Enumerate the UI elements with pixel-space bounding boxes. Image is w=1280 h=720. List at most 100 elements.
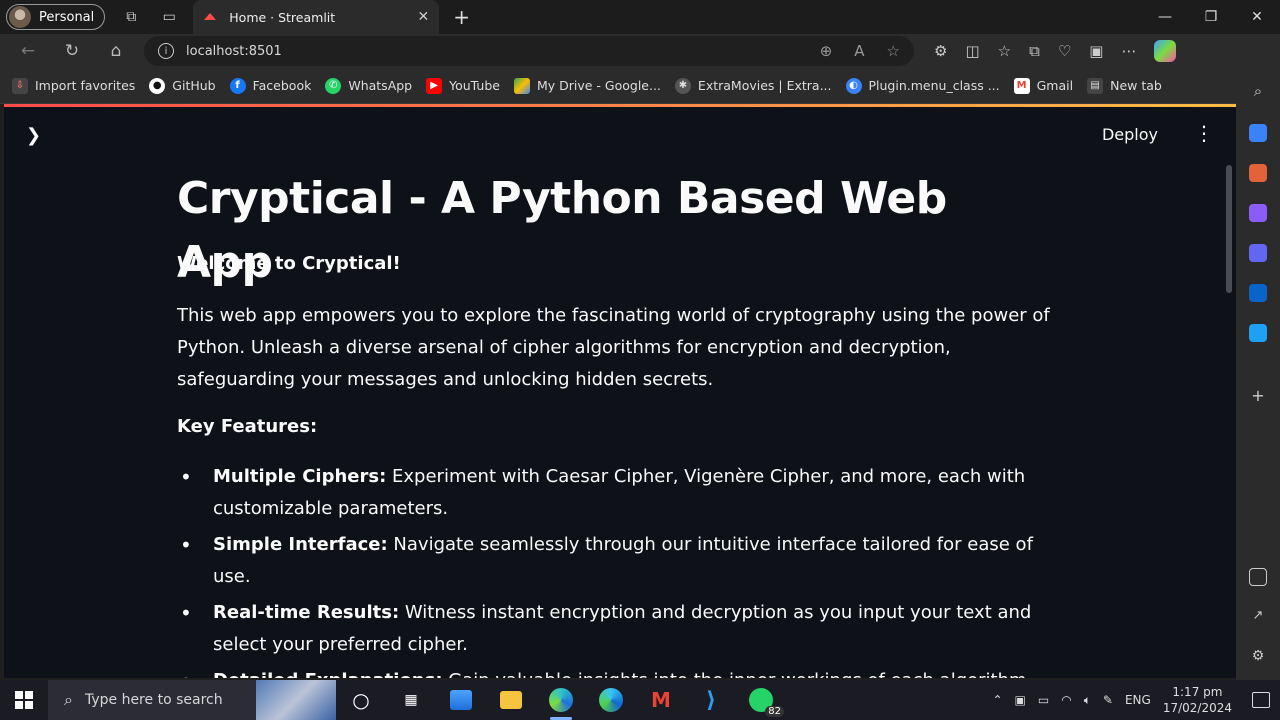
- streamlit-header: ❯ Deploy ⋮: [4, 107, 1236, 163]
- window-controls: — ❐ ✕: [1142, 9, 1280, 25]
- back-icon[interactable]: ←: [12, 37, 44, 65]
- notifications-icon[interactable]: [1252, 692, 1270, 708]
- refresh-icon[interactable]: ↻: [56, 37, 88, 65]
- navigation-bar: ← ↻ ⌂ i localhost:8501 ⊕ A ☆ ⚙ ◫ ☆ ⧉ ♡ ▣…: [0, 34, 1280, 68]
- vscode-icon[interactable]: ⟩: [696, 685, 726, 715]
- browser-titlebar: Personal ⧉ ▭ Home · Streamlit ✕ + — ❐ ✕: [0, 0, 1280, 34]
- windows-taskbar: ⌕ Type here to search ○ ▦ M ⟩ 82 ⌃ ▣ ▭ ◠…: [0, 680, 1280, 720]
- games-icon[interactable]: [1249, 204, 1267, 222]
- new-tab-icon[interactable]: +: [453, 5, 470, 29]
- list-item: Multiple Ciphers: Experiment with Caesar…: [180, 461, 1057, 525]
- bookmark-plugin-menu-class[interactable]: ◐ Plugin.menu_class ...: [845, 77, 1000, 94]
- date: 17/02/2024: [1162, 701, 1232, 715]
- extensions-icon[interactable]: ⚙: [934, 42, 947, 60]
- volume-icon[interactable]: 🔈︎: [1084, 693, 1091, 708]
- cortana-icon[interactable]: ○: [346, 685, 376, 715]
- search-icon: ⌕: [64, 690, 73, 709]
- more-options-icon[interactable]: ⋯: [1121, 42, 1136, 60]
- whatsapp-icon: ✆: [325, 77, 342, 94]
- meet-now-icon[interactable]: ▣: [1015, 693, 1026, 707]
- search-highlight-art: [256, 680, 336, 720]
- gmail-icon[interactable]: M: [646, 685, 676, 715]
- settings-gear-icon[interactable]: ⚙: [1249, 648, 1267, 666]
- close-window-icon[interactable]: ✕: [1234, 9, 1280, 25]
- bookmark-gmail[interactable]: M Gmail: [1013, 77, 1073, 94]
- main-menu-icon[interactable]: ⋮: [1194, 121, 1214, 145]
- youtube-icon: ▶: [426, 77, 443, 94]
- screenshot-icon[interactable]: ▣: [1089, 42, 1103, 60]
- minimize-icon[interactable]: —: [1142, 9, 1188, 25]
- site-info-icon[interactable]: i: [158, 43, 174, 59]
- tab-home-streamlit[interactable]: Home · Streamlit ✕: [193, 0, 440, 34]
- office-icon[interactable]: [1249, 244, 1267, 262]
- outlook-icon[interactable]: [1249, 284, 1267, 302]
- sidebar-layout-icon[interactable]: [1249, 568, 1267, 586]
- favorites-icon[interactable]: ☆: [998, 42, 1011, 60]
- profile-label: Personal: [39, 9, 95, 25]
- address-bar[interactable]: i localhost:8501 ⊕ A ☆: [144, 36, 914, 66]
- task-view-icon[interactable]: ▦: [396, 685, 426, 715]
- clock[interactable]: 1:17 pm 17/02/2024: [1163, 684, 1232, 716]
- taskbar-search[interactable]: ⌕ Type here to search: [48, 680, 336, 720]
- profile-button[interactable]: Personal: [6, 4, 106, 30]
- copilot-icon[interactable]: [1154, 40, 1177, 62]
- list-item: Simple Interface: Navigate seamlessly th…: [180, 529, 1057, 593]
- windows-logo-icon: [15, 691, 33, 709]
- restore-icon[interactable]: ❐: [1188, 9, 1234, 25]
- tools-icon[interactable]: [1249, 164, 1267, 182]
- add-icon[interactable]: +: [1249, 386, 1267, 405]
- close-tab-icon[interactable]: ✕: [418, 9, 430, 25]
- google-drive-icon: [513, 77, 530, 94]
- deploy-button[interactable]: Deploy: [1102, 125, 1158, 144]
- workspaces-icon[interactable]: ⧉: [119, 5, 143, 29]
- bookmark-facebook[interactable]: f Facebook: [229, 77, 311, 94]
- split-screen-icon[interactable]: ◫: [965, 42, 979, 60]
- bookmark-github[interactable]: ● GitHub: [149, 77, 216, 94]
- page-title: Cryptical - A Python Based Web App: [177, 173, 947, 288]
- new-tab-page-icon: ▤: [1087, 77, 1104, 94]
- taskbar-apps: ○ ▦ M ⟩ 82: [346, 685, 784, 720]
- bookmark-extramovies[interactable]: ✱ ExtraMovies | Extra...: [674, 77, 832, 94]
- edge-icon[interactable]: [596, 685, 626, 715]
- bookmark-whatsapp[interactable]: ✆ WhatsApp: [325, 77, 412, 94]
- browser-essentials-icon[interactable]: ♡: [1058, 42, 1071, 60]
- chevron-up-icon[interactable]: ⌃: [992, 693, 1002, 707]
- system-tray: ⌃ ▣ ▭ ◠ 🔈︎ ✎ ENG 1:17 pm 17/02/2024: [992, 684, 1280, 716]
- start-button[interactable]: [0, 680, 48, 720]
- scrollbar[interactable]: [1226, 165, 1232, 293]
- avatar: [9, 6, 31, 28]
- home-icon[interactable]: ⌂: [100, 37, 132, 65]
- plugin-site-icon: ◐: [845, 77, 862, 94]
- bookmark-import-favorites[interactable]: ⇩ Import favorites: [12, 77, 135, 94]
- language-indicator[interactable]: ENG: [1125, 693, 1151, 707]
- microsoft-store-icon[interactable]: [446, 685, 476, 715]
- bookmarks-bar: ⇩ Import favorites ● GitHub f Facebook ✆ Wha…: [0, 68, 1280, 104]
- whatsapp-icon[interactable]: 82: [746, 685, 784, 717]
- streamlit-page: ❯ Deploy ⋮ Cryptical - A Python Based We…: [4, 104, 1236, 678]
- file-explorer-icon[interactable]: [496, 685, 526, 715]
- zoom-icon[interactable]: ⊕: [820, 42, 833, 60]
- url-text: localhost:8501: [186, 43, 282, 59]
- wifi-icon[interactable]: ◠: [1061, 693, 1071, 707]
- collections-icon[interactable]: ⧉: [1029, 42, 1040, 60]
- read-aloud-icon[interactable]: A: [854, 42, 864, 60]
- shopping-icon[interactable]: [1249, 124, 1267, 142]
- bookmark-youtube[interactable]: ▶ YouTube: [426, 77, 500, 94]
- main-content: Cryptical - A Python Based Web App Welco…: [177, 167, 1057, 678]
- battery-icon[interactable]: ▭: [1038, 693, 1049, 707]
- favorite-star-icon[interactable]: ☆: [887, 42, 900, 60]
- pen-icon[interactable]: ✎: [1103, 693, 1113, 707]
- time: 1:17 pm: [1172, 685, 1223, 699]
- search-icon[interactable]: ⌕: [1249, 82, 1267, 100]
- list-item: Detailed Explanations: Gain valuable ins…: [180, 665, 1057, 678]
- film-reel-icon: ✱: [674, 77, 691, 94]
- list-item: Real-time Results: Witness instant encry…: [180, 597, 1057, 661]
- chevron-right-icon[interactable]: ❯: [26, 125, 41, 146]
- facebook-icon: f: [229, 77, 246, 94]
- edge-beta-icon[interactable]: [546, 685, 576, 720]
- tab-actions-icon[interactable]: ▭: [157, 5, 181, 29]
- drop-icon[interactable]: [1249, 324, 1267, 342]
- external-link-icon[interactable]: ↗: [1249, 608, 1267, 626]
- bookmark-new-tab[interactable]: ▤ New tab: [1087, 77, 1162, 94]
- bookmark-my-drive[interactable]: My Drive - Google...: [513, 77, 661, 94]
